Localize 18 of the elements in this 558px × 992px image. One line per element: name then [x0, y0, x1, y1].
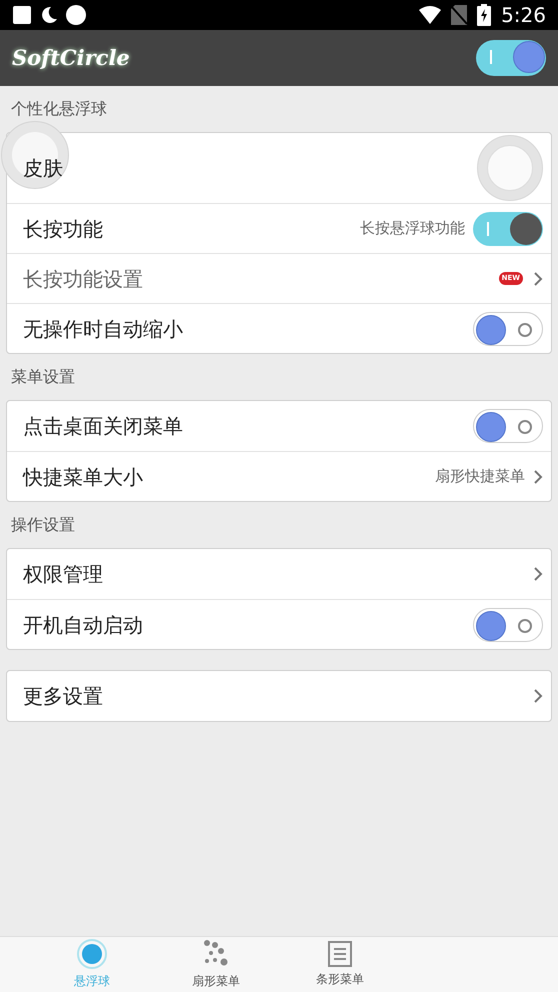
section-title: 操作设置 — [10, 514, 76, 536]
section-title: 菜单设置 — [10, 366, 76, 388]
row-label: 点击桌面关闭菜单 — [23, 413, 184, 440]
clock: 5:26 — [501, 2, 546, 29]
row-label: 开机自动启动 — [23, 612, 144, 638]
row-label: 快捷菜单大小 — [23, 464, 144, 490]
row-value: 长按悬浮球功能 — [360, 218, 465, 240]
nav-tab[interactable]: 条形菜单 — [278, 937, 402, 992]
row-label: 长按功能设置 — [23, 266, 144, 292]
row-label: 长按功能 — [23, 216, 104, 242]
section-title: 个性化悬浮球 — [10, 98, 108, 120]
row-label: 皮肤 — [23, 155, 64, 182]
row-label: 无操作时自动缩小 — [23, 316, 184, 342]
app-logo: SoftCircle — [12, 44, 130, 72]
row-value: 扇形快捷菜单 — [435, 466, 525, 488]
nav-tab[interactable]: 扇形菜单 — [154, 937, 278, 992]
row-label: 更多设置 — [23, 683, 104, 710]
row-label: 权限管理 — [23, 561, 104, 588]
